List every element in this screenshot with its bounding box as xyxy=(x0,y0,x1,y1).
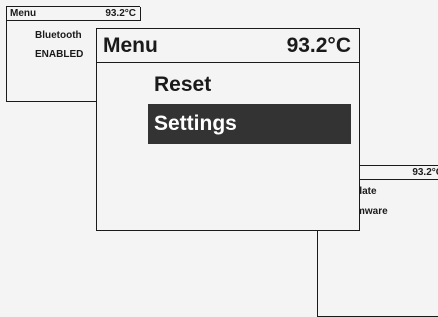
menu-item-settings[interactable]: Settings xyxy=(148,104,351,144)
screen-header: Menu 93.2°C xyxy=(97,29,359,63)
menu-item-label: Settings xyxy=(154,112,237,135)
bluetooth-label: Bluetooth xyxy=(35,30,82,41)
connector-line xyxy=(317,231,318,317)
menu-item-label: Reset xyxy=(154,73,212,96)
temperature-readout: 93.2°C xyxy=(412,167,438,178)
menu-item-reset[interactable]: Reset xyxy=(148,65,351,105)
firmware-item-label: mware xyxy=(356,206,388,217)
temperature-readout: 93.2°C xyxy=(105,8,136,19)
main-menu-screen: Menu 93.2°C Reset Settings xyxy=(96,28,360,231)
bluetooth-status: ENABLED xyxy=(35,49,84,60)
screen-title: Menu xyxy=(103,33,158,57)
temperature-readout: 93.2°C xyxy=(286,33,351,57)
screen-title: Menu xyxy=(10,8,37,19)
screen-header: Menu 93.2°C xyxy=(7,7,141,21)
